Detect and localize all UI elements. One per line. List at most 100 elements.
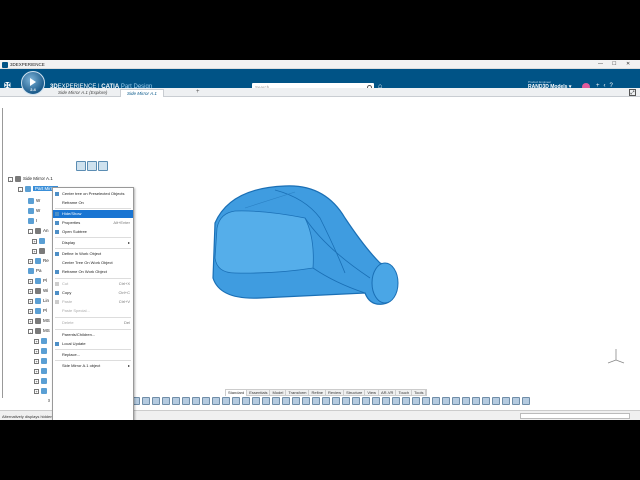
command-icon[interactable] <box>182 397 190 405</box>
center-tree-icon <box>55 192 59 196</box>
tree-item[interactable]: + <box>34 358 49 366</box>
command-icon[interactable] <box>292 397 300 405</box>
command-icon[interactable] <box>262 397 270 405</box>
tree-item[interactable]: + Pl <box>28 308 47 316</box>
menu-reframe-work-object[interactable]: Reframe On Work Object <box>53 268 133 276</box>
properties-icon <box>55 221 59 225</box>
tree-item[interactable]: + Pl <box>28 278 47 286</box>
command-icon[interactable] <box>152 397 160 405</box>
minimize-button[interactable]: — <box>598 61 603 67</box>
tree-item[interactable]: + <box>34 368 49 376</box>
command-icon[interactable] <box>322 397 330 405</box>
command-icon[interactable] <box>522 397 530 405</box>
command-icon[interactable] <box>482 397 490 405</box>
menu-define-in-work-object[interactable]: Define In Work Object <box>53 250 133 258</box>
tab-side-mirror[interactable]: Side Mirror A.1 <box>120 89 164 97</box>
tree-tool-icon[interactable] <box>98 161 108 171</box>
menu-copy[interactable]: Copy Ctrl+C <box>53 289 133 297</box>
compass-icon[interactable]: 2.4 <box>21 71 45 95</box>
tree-item[interactable]: + <box>32 248 47 256</box>
menu-replace[interactable]: Replace... <box>53 351 133 359</box>
menu-properties[interactable]: Properties Alt+Enter <box>53 219 133 227</box>
tree-item[interactable]: - MS <box>28 328 50 336</box>
command-input[interactable] <box>520 413 630 419</box>
menu-object-submenu[interactable]: Side Mirror A.1 object ▸ <box>53 362 133 370</box>
expand-icon[interactable]: ⤢ <box>629 89 636 96</box>
tree-tool-icon[interactable] <box>76 161 86 171</box>
axis-triad-icon[interactable] <box>606 346 626 366</box>
tree-tool-icon[interactable] <box>87 161 97 171</box>
tree-item[interactable]: + <box>34 378 49 386</box>
command-icon[interactable] <box>342 397 350 405</box>
tree-item[interactable]: + <box>34 348 49 356</box>
command-icon[interactable] <box>382 397 390 405</box>
close-button[interactable]: ✕ <box>626 61 630 67</box>
side-mirror-model[interactable] <box>205 178 405 308</box>
command-icon[interactable] <box>502 397 510 405</box>
command-icon[interactable] <box>142 397 150 405</box>
command-icon[interactable] <box>242 397 250 405</box>
tree-item[interactable]: + Wi <box>28 288 48 296</box>
tree-root[interactable]: - Side Mirror A.1 <box>8 176 53 184</box>
menu-reframe-on[interactable]: Reframe On <box>53 199 133 207</box>
tree-item[interactable]: + <box>34 338 49 346</box>
command-icon[interactable] <box>352 397 360 405</box>
command-icon[interactable] <box>282 397 290 405</box>
command-icon[interactable] <box>402 397 410 405</box>
tree-item[interactable]: + <box>32 238 47 246</box>
command-icon[interactable] <box>192 397 200 405</box>
command-icon[interactable] <box>492 397 500 405</box>
menu-cut[interactable]: Cut Ctrl+X <box>53 280 133 288</box>
command-icon[interactable] <box>162 397 170 405</box>
menu-center-tree-work-object[interactable]: Center Tree On Work Object <box>53 259 133 267</box>
menu-display[interactable]: Display ▸ <box>53 239 133 247</box>
command-icon[interactable] <box>302 397 310 405</box>
app-logo-icon <box>2 61 8 68</box>
add-tab-button[interactable]: + <box>196 89 200 95</box>
panel-divider <box>2 108 3 398</box>
paste-icon <box>55 300 59 304</box>
command-icon[interactable] <box>252 397 260 405</box>
tree-item[interactable]: + MS <box>28 318 50 326</box>
tree-item[interactable]: I <box>28 218 37 226</box>
menu-parents-children[interactable]: Parents/Children... <box>53 331 133 339</box>
command-icon[interactable] <box>362 397 370 405</box>
tree-item[interactable]: + Lin <box>28 298 49 306</box>
command-icon[interactable] <box>202 397 210 405</box>
command-icon[interactable] <box>222 397 230 405</box>
tree-item[interactable]: W <box>28 208 40 216</box>
tree-toolbar <box>76 161 109 173</box>
tree-item[interactable]: - An <box>28 228 49 236</box>
command-icon[interactable] <box>172 397 180 405</box>
command-icon[interactable] <box>512 397 520 405</box>
command-icon[interactable] <box>412 397 420 405</box>
action-bar-tabs: Standard Essentials Model Transform Refine Re… <box>225 389 428 396</box>
tab-explore[interactable]: Side Mirror A.1 (Explore) <box>52 89 113 97</box>
command-icon[interactable] <box>392 397 400 405</box>
menu-paste[interactable]: Paste Ctrl+V <box>53 298 133 306</box>
command-icon[interactable] <box>212 397 220 405</box>
command-icon[interactable] <box>432 397 440 405</box>
command-icon[interactable] <box>232 397 240 405</box>
menu-local-update[interactable]: Local Update <box>53 340 133 348</box>
tree-item[interactable]: Pa <box>28 268 42 276</box>
maximize-button[interactable]: ☐ <box>612 61 616 67</box>
tree-item[interactable]: + <box>34 388 49 396</box>
menu-center-tree[interactable]: Center tree on Preselected Objects <box>53 190 133 198</box>
tree-item[interactable]: + Re <box>28 258 49 266</box>
submenu-arrow-icon: ▸ <box>127 363 130 368</box>
command-icon[interactable] <box>472 397 480 405</box>
menu-delete[interactable]: Delete Del <box>53 319 133 327</box>
command-icon[interactable] <box>272 397 280 405</box>
command-icon[interactable] <box>332 397 340 405</box>
menu-paste-special[interactable]: Paste Special... <box>53 307 133 315</box>
command-icon[interactable] <box>312 397 320 405</box>
command-icon[interactable] <box>372 397 380 405</box>
command-icon[interactable] <box>422 397 430 405</box>
menu-open-subtree[interactable]: Open Subtree <box>53 228 133 236</box>
command-icon[interactable] <box>442 397 450 405</box>
menu-hide-show[interactable]: Hide/Show <box>53 210 133 218</box>
command-icon[interactable] <box>462 397 470 405</box>
command-icon[interactable] <box>452 397 460 405</box>
tree-item[interactable]: W <box>28 198 40 206</box>
